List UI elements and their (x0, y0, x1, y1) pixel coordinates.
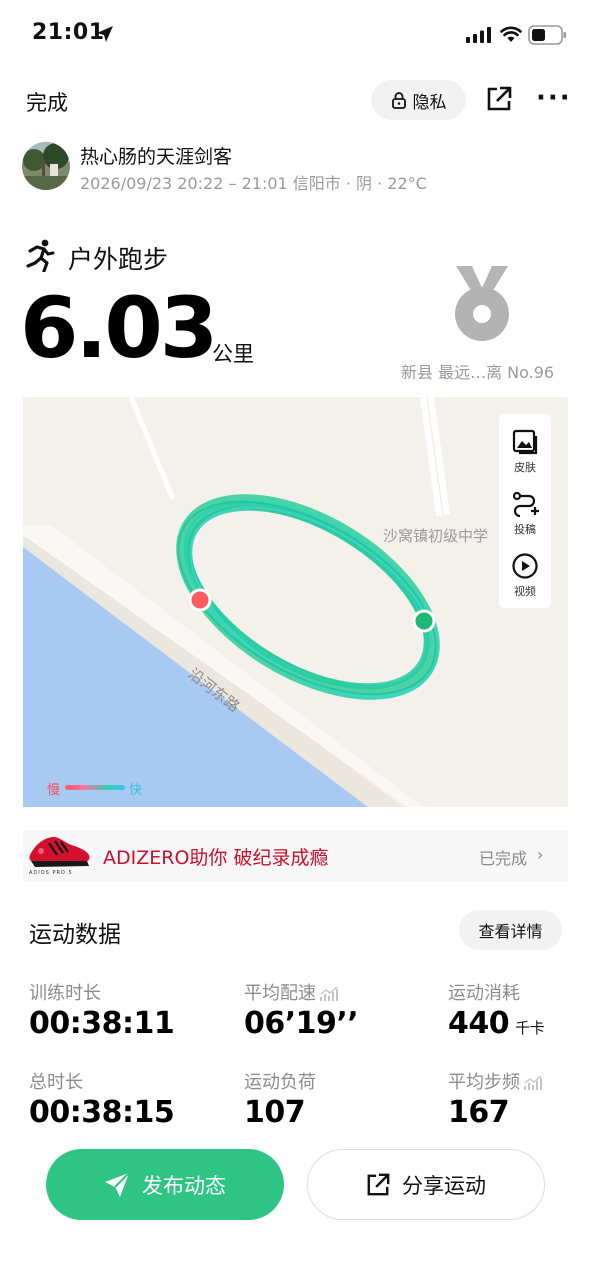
user-name[interactable]: 热心肠的天涯剑客 (80, 142, 232, 169)
cellular-signal-icon (466, 27, 491, 43)
stat-value-training-load: 107 (244, 1095, 306, 1130)
trend-icon (320, 986, 338, 1001)
share-icon[interactable] (486, 86, 512, 112)
stat-value-total-time: 00:38:15 (29, 1095, 175, 1130)
stat-value-avg-pace: 06’19’’ (244, 1006, 359, 1041)
lock-icon (391, 92, 406, 109)
activity-type: 户外跑步 (68, 245, 169, 274)
share-icon (367, 1173, 390, 1195)
ad-status: 已完成 (479, 849, 528, 868)
stat-label-cadence[interactable]: 平均步频 (448, 1068, 542, 1094)
pace-legend-fast: 快 (129, 783, 143, 798)
video-tool-label: 视频 (514, 585, 536, 598)
map-toolbar: 皮肤 投稿 视频 (499, 414, 551, 608)
status-bar: 21:01 (0, 0, 591, 66)
image-icon (512, 429, 538, 455)
ad-brand: ADIOS PRO 5 (29, 870, 73, 876)
skin-tool-label: 皮肤 (514, 461, 536, 474)
pace-legend-bar (65, 785, 125, 790)
done-button[interactable]: 完成 (26, 87, 68, 117)
submit-tool-button[interactable]: 投稿 (499, 490, 551, 537)
cadence-label: 平均步频 (448, 1072, 520, 1093)
play-icon (512, 553, 538, 579)
stat-value-training-time: 00:38:11 (29, 1006, 175, 1041)
submit-tool-label: 投稿 (514, 523, 536, 536)
publish-label: 发布动态 (142, 1173, 226, 1198)
running-icon (26, 239, 55, 272)
privacy-button[interactable]: 隐私 (371, 80, 466, 120)
chevron-right-icon: › (537, 845, 544, 864)
privacy-label: 隐私 (412, 92, 447, 113)
pace-legend-slow: 慢 (47, 783, 61, 798)
battery-icon (528, 25, 566, 45)
location-arrow-icon (97, 26, 113, 42)
trend-icon (524, 1075, 542, 1090)
status-time: 21:01 (32, 20, 105, 45)
send-icon (105, 1171, 130, 1197)
share-activity-button[interactable]: 分享运动 (307, 1149, 545, 1220)
stat-label-avg-pace[interactable]: 平均配速 (244, 979, 338, 1005)
stat-label-training-load: 运动负荷 (244, 1072, 316, 1093)
distance-unit: 公里 (212, 342, 254, 366)
medal-icon[interactable] (450, 264, 514, 346)
distance-value: 6.03 (20, 279, 218, 377)
stat-label-total-time: 总时长 (29, 1072, 83, 1093)
activity-meta: 2026/09/23 20:22 – 21:01 信阳市 · 阴 · 22°C (80, 174, 427, 193)
publish-button[interactable]: 发布动态 (46, 1149, 284, 1220)
stat-value-calories: 440 千卡 (448, 1006, 545, 1041)
share-label: 分享运动 (402, 1173, 486, 1198)
ad-text: ADIZERO助你 破纪录成瘾 (103, 847, 329, 869)
skin-tool-button[interactable]: 皮肤 (499, 428, 551, 475)
section-title: 运动数据 (29, 922, 121, 948)
stat-value-cadence: 167 (448, 1095, 510, 1130)
top-bar: 完成 隐私 ··· (0, 78, 591, 122)
map-poi-label: 沙窝镇初级中学 (383, 527, 489, 545)
stat-label-calories: 运动消耗 (448, 983, 520, 1004)
view-details-button[interactable]: 查看详情 (459, 910, 562, 950)
video-tool-button[interactable]: 视频 (499, 552, 551, 599)
ad-banner[interactable]: ADIOS PRO 5 ADIZERO助你 破纪录成瘾 已完成 › (23, 830, 568, 882)
route-add-icon (512, 491, 539, 518)
more-options-icon[interactable]: ··· (536, 80, 572, 116)
ranking-label[interactable]: 新县 最远…离 No.96 (401, 359, 554, 383)
shoe-icon (29, 837, 90, 867)
avatar[interactable] (22, 142, 70, 190)
calories-unit: 千卡 (515, 1019, 545, 1037)
stat-label-training-time: 训练时长 (29, 983, 101, 1004)
calories-value: 440 (448, 1006, 510, 1041)
wifi-icon (500, 26, 522, 42)
route-map[interactable]: 沙窝镇初级中学 沿河东路 皮肤 投稿 视频 慢 快 (23, 397, 568, 807)
avg-pace-label: 平均配速 (244, 983, 316, 1004)
